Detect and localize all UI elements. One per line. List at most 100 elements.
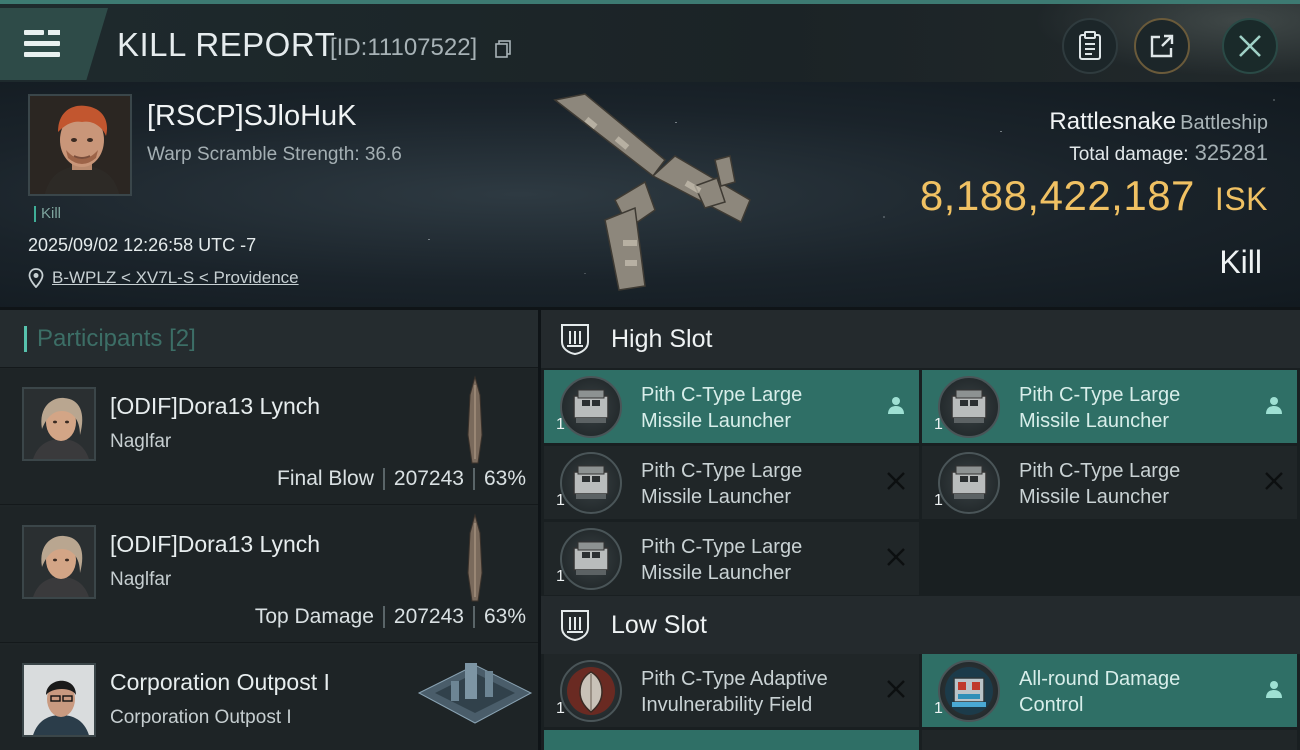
participant-damage: 207243 <box>393 467 464 490</box>
outpost-image <box>417 663 533 724</box>
participant-role: Top Damage <box>254 605 374 628</box>
isk-value: 8,188,422,187 <box>919 172 1195 219</box>
share-button[interactable] <box>1134 18 1190 74</box>
module-quantity: 1 <box>556 416 565 433</box>
participant-name[interactable]: [ODIF]Dora13 Lynch <box>110 531 320 558</box>
missile-launcher-icon <box>938 452 1000 514</box>
module-name: All-round Damage Control <box>1019 668 1181 716</box>
header-bar: KILL REPORT [ID:11107522] <box>0 0 1300 86</box>
participant-ship: Naglfar <box>110 431 172 452</box>
x-icon <box>887 680 905 698</box>
participant-percent: 63% <box>483 467 526 490</box>
module-item[interactable]: 1 All-round Damage Control <box>922 654 1297 727</box>
person-icon <box>888 397 904 414</box>
close-icon <box>1239 35 1261 57</box>
share-icon <box>1150 34 1174 58</box>
damage-control-icon <box>938 660 1000 722</box>
module-quantity: 1 <box>934 492 943 509</box>
participant-avatar <box>22 525 96 599</box>
missile-launcher-icon <box>938 376 1000 438</box>
module-name: Pith C-Type Adaptive Invulnerability Fiel… <box>641 668 828 716</box>
x-icon <box>887 548 905 566</box>
participant-avatar <box>22 387 96 461</box>
isk-value-row: 8,188,422,187 ISK <box>920 172 1268 220</box>
module-item[interactable]: 1 Pith C-Type Large Missile Launcher <box>544 522 919 595</box>
participant-row[interactable]: [ODIF]Dora13 Lynch Naglfar Final Blow 207… <box>0 369 538 505</box>
x-icon <box>887 472 905 490</box>
fitting-panel: High Slot 1 Pith C-Type Large Missile Lau… <box>541 310 1300 750</box>
kill-summary: [RSCP]SJloHuK Warp Scramble Strength: 36… <box>0 82 1300 307</box>
participant-role: Final Blow <box>277 467 374 490</box>
close-button[interactable] <box>1222 18 1278 74</box>
high-slot-header: High Slot <box>541 310 1300 368</box>
module-quantity: 1 <box>556 568 565 585</box>
high-slot-icon <box>561 324 589 356</box>
module-item[interactable]: 1 Pith C-Type Large Missile Launcher <box>922 370 1297 443</box>
hamburger-menu-icon <box>24 30 60 58</box>
module-item[interactable]: 1 Pith C-Type Adaptive Invulnerability Fi… <box>544 654 919 727</box>
victim-avatar[interactable] <box>28 94 132 196</box>
participant-ship: Naglfar <box>110 569 172 590</box>
participants-title: Participants [2] <box>24 326 196 352</box>
participant-stats: Final Blow 207243 63% <box>277 467 526 491</box>
participant-avatar <box>22 663 96 737</box>
isk-unit: ISK <box>1214 181 1268 217</box>
missile-launcher-icon <box>560 376 622 438</box>
participant-percent: 63% <box>483 605 526 628</box>
missile-launcher-icon <box>560 528 622 590</box>
high-slot-title: High Slot <box>611 325 713 353</box>
kill-timestamp: 2025/09/02 12:26:58 UTC -7 <box>28 235 257 255</box>
participant-stats: Top Damage 207243 63% <box>255 605 526 629</box>
low-slot-title: Low Slot <box>611 611 707 639</box>
missile-launcher-icon <box>560 452 622 514</box>
participants-header: Participants [2] <box>0 310 538 368</box>
total-damage-row: Total damage: 325281 <box>1069 140 1268 166</box>
low-slot-icon <box>561 610 589 642</box>
kill-tag: Kill <box>34 206 61 222</box>
participant-name[interactable]: [ODIF]Dora13 Lynch <box>110 393 320 420</box>
clipboard-icon <box>1079 31 1101 60</box>
participants-panel: Participants [2] [ODIF]Dora13 Lynch Nagl… <box>0 310 538 750</box>
participant-ship-image <box>467 375 483 464</box>
module-quantity: 1 <box>556 700 565 717</box>
module-item[interactable] <box>544 730 919 750</box>
module-item[interactable]: 1 Pith C-Type Large Missile Launcher <box>544 370 919 443</box>
participant-row[interactable]: Corporation Outpost I Corporation Outpos… <box>0 645 538 750</box>
participant-ship: Corporation Outpost I <box>110 707 292 728</box>
module-name: Pith C-Type Large Missile Launcher <box>641 536 803 584</box>
module-item[interactable]: 1 Pith C-Type Large Missile Launcher <box>922 446 1297 519</box>
copy-icon[interactable] <box>495 40 511 58</box>
victim-ship-image <box>553 93 751 291</box>
module-name: Pith C-Type Large Missile Launcher <box>641 460 803 508</box>
participant-ship-image <box>467 513 483 602</box>
module-item[interactable]: 1 Pith C-Type Large Missile Launcher <box>544 446 919 519</box>
module-quantity: 1 <box>934 700 943 717</box>
total-damage-label: Total damage: <box>1069 144 1189 165</box>
ship-info: Rattlesnake Battleship <box>1049 108 1268 136</box>
module-item[interactable] <box>922 730 1297 750</box>
clipboard-button[interactable] <box>1062 18 1118 74</box>
module-name: Pith C-Type Large Missile Launcher <box>1019 384 1181 432</box>
shield-module-icon <box>560 660 622 722</box>
participant-row[interactable]: [ODIF]Dora13 Lynch Naglfar Top Damage 207… <box>0 507 538 643</box>
warp-scramble-strength: Warp Scramble Strength: 36.6 <box>147 144 402 165</box>
menu-button[interactable] <box>0 8 108 80</box>
module-name: Pith C-Type Large Missile Launcher <box>1019 460 1181 508</box>
participant-name[interactable]: Corporation Outpost I <box>110 669 330 696</box>
victim-name[interactable]: [RSCP]SJloHuK <box>147 100 357 133</box>
module-quantity: 1 <box>934 416 943 433</box>
kill-result: Kill <box>1219 244 1262 280</box>
page-title: KILL REPORT <box>117 26 336 63</box>
ship-name[interactable]: Rattlesnake <box>1049 108 1176 135</box>
person-icon <box>1266 681 1282 698</box>
module-name: Pith C-Type Large Missile Launcher <box>641 384 803 432</box>
x-icon <box>1265 472 1283 490</box>
module-quantity: 1 <box>556 492 565 509</box>
participants-count: [2] <box>169 325 196 352</box>
location-link[interactable]: B-WPLZ < XV7L-S < Providence <box>52 268 299 288</box>
ship-class: Battleship <box>1180 112 1268 134</box>
report-id: [ID:11107522] <box>330 34 478 61</box>
total-damage-value: 325281 <box>1194 140 1268 165</box>
person-icon <box>1266 397 1282 414</box>
participant-damage: 207243 <box>393 605 464 628</box>
